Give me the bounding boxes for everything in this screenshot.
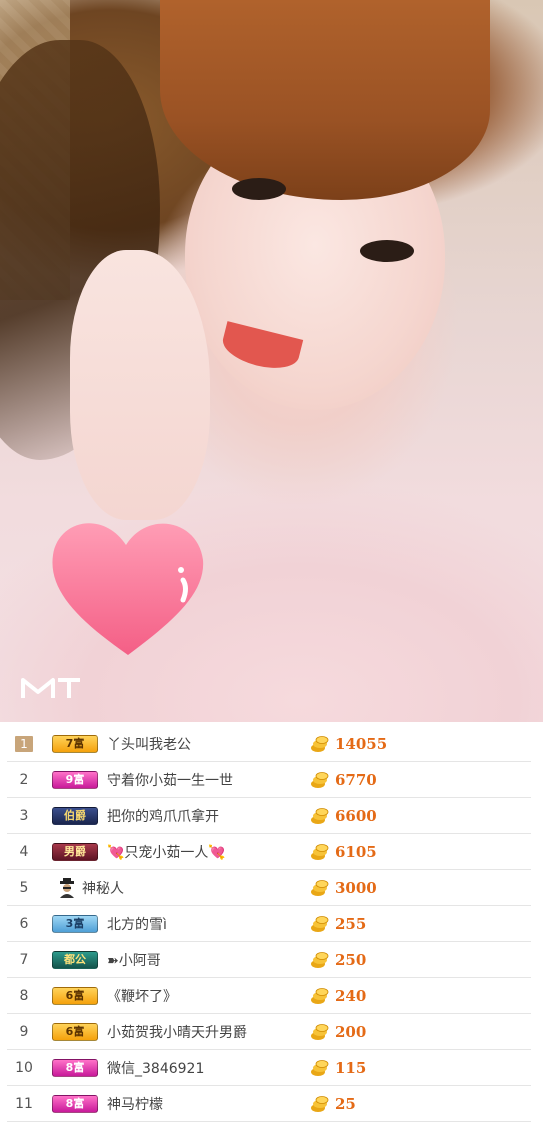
rank-number: 4 [19,843,29,860]
ranking-row[interactable]: 9 6富 小茹贺我小晴天升男爵 200 [7,1014,531,1050]
coin-icon [311,844,329,860]
ranking-row[interactable]: 4 男爵 💘只宠小茹一人💘 6105 [7,834,531,870]
user-name[interactable]: 丫头叫我老公 [107,734,191,754]
streamer-photo [0,0,543,722]
ranking-row[interactable]: 10 8富 微信_3846921 115 [7,1050,531,1086]
coin-icon [311,808,329,824]
ranking-row[interactable]: 7 都公 ➽小阿哥 250 [7,942,531,978]
rank-number: 5 [19,879,29,896]
coin-icon [311,1024,329,1040]
gift-score: 6105 [335,842,377,861]
gift-score: 14055 [335,734,388,753]
coin-icon [311,952,329,968]
user-name[interactable]: 把你的鸡爪爪拿开 [107,806,219,826]
rank-number: 9 [19,1023,29,1040]
rank-number: 6 [19,915,29,932]
ranking-row[interactable]: 11 8富 神马柠檬 25 [7,1086,531,1122]
left-eye [232,178,286,200]
user-name[interactable]: 《鞭坏了》 [107,986,177,1006]
level-badge: 9富 [52,771,98,789]
mt-watermark-icon [21,678,80,698]
user-name[interactable]: 北方的雪ì [107,914,167,934]
gift-score: 6770 [335,770,377,789]
rank-number: 11 [15,1095,33,1112]
ranking-row[interactable]: 1 7富 丫头叫我老公 14055 [7,726,531,762]
coin-icon [311,916,329,932]
gift-score: 3000 [335,878,377,897]
gift-score: 25 [335,1094,356,1113]
rank-number: 10 [15,1059,33,1076]
user-name[interactable]: 微信_3846921 [107,1058,204,1078]
heart-sticker-icon [52,523,204,655]
gift-score: 240 [335,986,367,1005]
user-name[interactable]: 神马柠檬 [107,1094,163,1114]
level-badge: 7富 [52,735,98,753]
rank-number: 2 [19,771,29,788]
gift-score: 250 [335,950,367,969]
ranking-row[interactable]: 8 6富 《鞭坏了》 240 [7,978,531,1014]
user-name[interactable]: 神秘人 [82,878,124,898]
level-badge: 6富 [52,1023,98,1041]
ranking-row[interactable]: 6 3富 北方的雪ì 255 [7,906,531,942]
level-badge: 6富 [52,987,98,1005]
gift-ranking-list: 1 7富 丫头叫我老公 14055 2 9富 守着你小茹一生一世 6770 3 … [0,722,543,1122]
level-badge: 都公 [52,951,98,969]
level-badge: 男爵 [52,843,98,861]
mystery-user-icon [60,878,74,898]
gift-score: 115 [335,1058,367,1077]
coin-icon [311,1096,329,1112]
coin-icon [311,736,329,752]
user-name[interactable]: 小茹贺我小晴天升男爵 [107,1022,247,1042]
coin-icon [311,1060,329,1076]
level-badge: 伯爵 [52,807,98,825]
user-name[interactable]: 守着你小茹一生一世 [107,770,233,790]
gift-score: 6600 [335,806,377,825]
rank-number: 7 [19,951,29,968]
coin-icon [311,880,329,896]
rank-number: 3 [19,807,29,824]
level-badge: 8富 [52,1059,98,1077]
gift-score: 255 [335,914,367,933]
level-badge: 3富 [52,915,98,933]
level-badge: 8富 [52,1095,98,1113]
ranking-row[interactable]: 3 伯爵 把你的鸡爪爪拿开 6600 [7,798,531,834]
ranking-row[interactable]: 5 神秘人 3000 [7,870,531,906]
hand [70,250,210,520]
user-name[interactable]: 💘只宠小茹一人💘 [107,842,226,862]
ranking-row[interactable]: 2 9富 守着你小茹一生一世 6770 [7,762,531,798]
coin-icon [311,988,329,1004]
coin-icon [311,772,329,788]
rank-number: 8 [19,987,29,1004]
user-name[interactable]: ➽小阿哥 [107,950,161,970]
rank-number: 1 [15,736,33,752]
right-eye [360,240,414,262]
gift-score: 200 [335,1022,367,1041]
